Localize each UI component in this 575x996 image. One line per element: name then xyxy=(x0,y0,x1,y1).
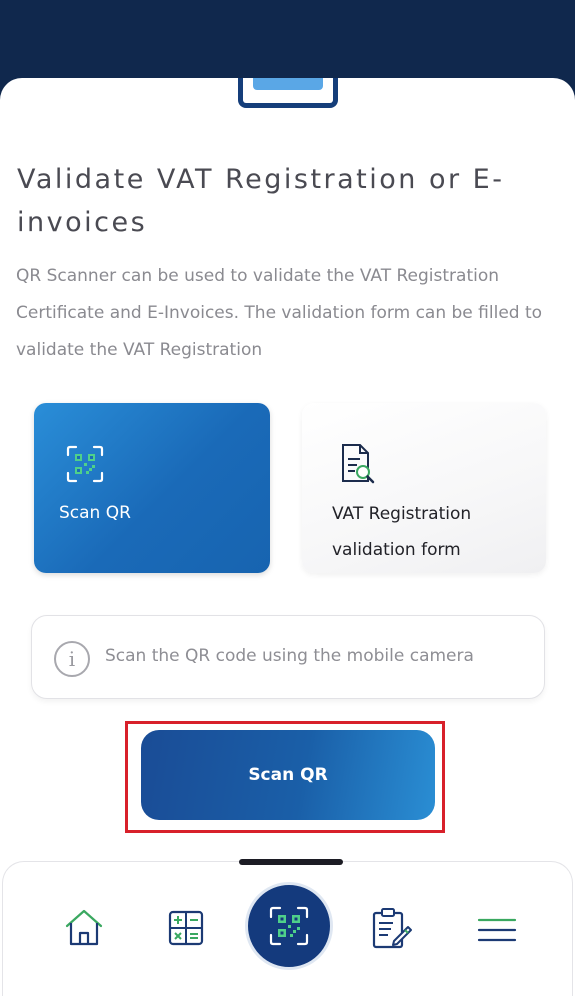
calculator-icon[interactable] xyxy=(168,910,204,946)
brand-logo xyxy=(238,78,338,108)
scan-qr-card[interactable]: Scan QR xyxy=(34,403,270,573)
menu-icon[interactable] xyxy=(477,917,517,943)
info-icon: i xyxy=(54,641,90,677)
vat-form-card-label: VAT Registration validation form xyxy=(332,504,472,560)
info-text: Scan the QR code using the mobile camera xyxy=(105,646,474,666)
page-title: Validate VAT Registration or E-invoices xyxy=(17,164,505,238)
qr-scan-icon xyxy=(269,906,309,946)
bottom-navigation xyxy=(2,859,573,996)
status-bar-area xyxy=(0,0,575,90)
document-search-icon xyxy=(340,443,376,485)
drag-handle[interactable] xyxy=(239,859,343,865)
scan-qr-button[interactable]: Scan QR xyxy=(141,730,435,820)
clipboard-edit-icon[interactable] xyxy=(371,907,413,951)
page-description: QR Scanner can be used to validate the V… xyxy=(16,266,543,360)
scan-qr-card-label: Scan QR xyxy=(59,503,131,523)
vat-form-card[interactable]: VAT Registration validation form xyxy=(302,403,546,573)
nav-scan-qr[interactable] xyxy=(245,882,333,970)
content-sheet: Validate VAT Registration or E-invoices … xyxy=(0,78,575,996)
info-banner: i Scan the QR code using the mobile came… xyxy=(31,615,545,699)
home-icon[interactable] xyxy=(63,906,105,948)
qr-scan-icon xyxy=(66,445,104,483)
